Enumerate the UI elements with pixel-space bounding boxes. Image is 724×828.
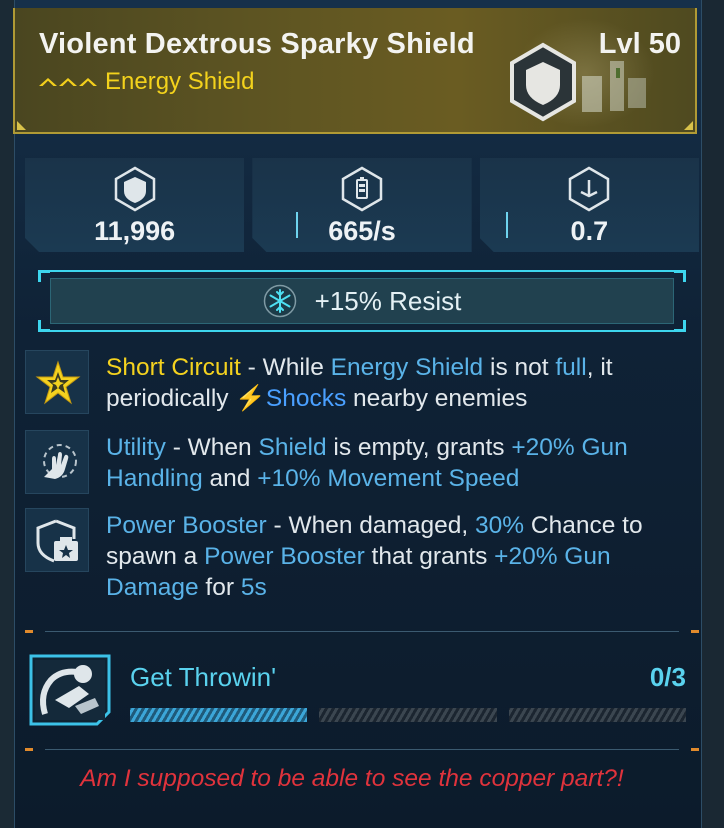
perk-short-circuit: Short Circuit - While Energy Shield is n… xyxy=(25,350,689,416)
section-divider xyxy=(25,630,699,633)
perk-text-segment: Energy Shield xyxy=(330,354,484,381)
perk-description: Short Circuit - While Energy Shield is n… xyxy=(106,352,689,414)
perk-text-segment: that grants xyxy=(364,543,495,570)
background-left-edge xyxy=(0,0,14,828)
perk-text-segment: Shield xyxy=(258,434,327,461)
perk-power-booster: Power Booster - When damaged, 30% Chance… xyxy=(25,508,689,604)
shield-emblem-icon xyxy=(510,42,576,122)
resist-label: +15% Resist xyxy=(314,285,462,316)
stat-divider xyxy=(506,212,508,238)
resist-panel: +15% Resist xyxy=(38,270,686,332)
weapon-mesh-icon xyxy=(582,61,646,112)
perk-icon-frame xyxy=(25,508,89,572)
item-type: Energy Shield xyxy=(105,68,255,95)
section-divider xyxy=(25,748,699,751)
perk-text-segment: 5s xyxy=(240,574,267,601)
perk-icon-frame xyxy=(25,350,89,414)
perk-text-segment: nearby enemies xyxy=(346,385,528,412)
power-booster-icon xyxy=(36,519,78,563)
recharge-rate-icon xyxy=(339,166,385,212)
stat-recharge-rate-value: 665/s xyxy=(328,216,396,246)
perk-text-segment: ⚡ xyxy=(235,385,266,412)
perk-icon-frame xyxy=(25,430,89,494)
stat-recharge-rate: 665/s xyxy=(252,158,471,252)
stats-row: 11,996 665/s 0.7 xyxy=(25,158,699,252)
perk-text-segment: - While xyxy=(240,354,331,381)
perk-text-segment: Power Booster xyxy=(204,543,365,570)
stat-capacity-value: 11,996 xyxy=(94,216,176,246)
perk-text-segment: is empty, grants xyxy=(326,434,512,461)
stat-capacity: 11,996 xyxy=(25,158,244,252)
perk-text-segment: 30% xyxy=(475,512,525,539)
rarity-row: Energy Shield xyxy=(39,68,254,96)
star-burst-icon xyxy=(35,360,81,405)
stat-divider xyxy=(296,212,298,238)
perk-text-segment: Utility xyxy=(106,434,166,461)
flavor-text: Am I supposed to be able to see the copp… xyxy=(80,765,624,792)
challenge-count: 0/3 xyxy=(649,662,686,692)
perk-text-segment: Shocks xyxy=(265,385,347,412)
recharge-delay-icon xyxy=(566,166,612,212)
perk-utility: Utility - When Shield is empty, grants +… xyxy=(25,430,689,496)
item-name: Violent Dextrous Sparky Shield xyxy=(39,28,475,60)
perk-text-segment: is not xyxy=(483,354,556,381)
throwing-arm-icon xyxy=(29,654,111,726)
challenge-title: Get Throwin' xyxy=(130,662,277,692)
progress-segment xyxy=(130,708,308,722)
hand-grab-icon xyxy=(43,444,77,479)
perk-text-segment: and xyxy=(202,465,258,492)
perk-text-segment: full xyxy=(555,354,587,381)
cryo-snowflake-icon xyxy=(263,284,296,318)
perk-text-segment: for xyxy=(198,574,241,601)
perk-text-segment: Power Booster xyxy=(106,512,267,539)
perk-description: Utility - When Shield is empty, grants +… xyxy=(106,432,689,494)
stat-recharge-delay-value: 0.7 xyxy=(570,216,609,246)
progress-segment xyxy=(319,708,497,722)
shield-capacity-icon xyxy=(112,166,158,212)
stat-recharge-delay: 0.7 xyxy=(480,158,699,252)
item-header: Violent Dextrous Sparky Shield Lvl 50 En… xyxy=(13,8,697,134)
progress-segment xyxy=(508,708,686,722)
perk-text-segment: +10% Movement Speed xyxy=(257,465,520,492)
resist-bar: +15% Resist xyxy=(50,278,674,324)
perk-description: Power Booster - When damaged, 30% Chance… xyxy=(106,510,689,603)
perk-text-segment: - When xyxy=(165,434,259,461)
rarity-chevrons-icon xyxy=(39,78,97,86)
background-right-edge xyxy=(702,0,724,828)
challenge-progress-bar xyxy=(130,708,686,722)
perk-text-segment: - When damaged, xyxy=(266,512,476,539)
perk-text-segment: Short Circuit xyxy=(106,354,241,381)
